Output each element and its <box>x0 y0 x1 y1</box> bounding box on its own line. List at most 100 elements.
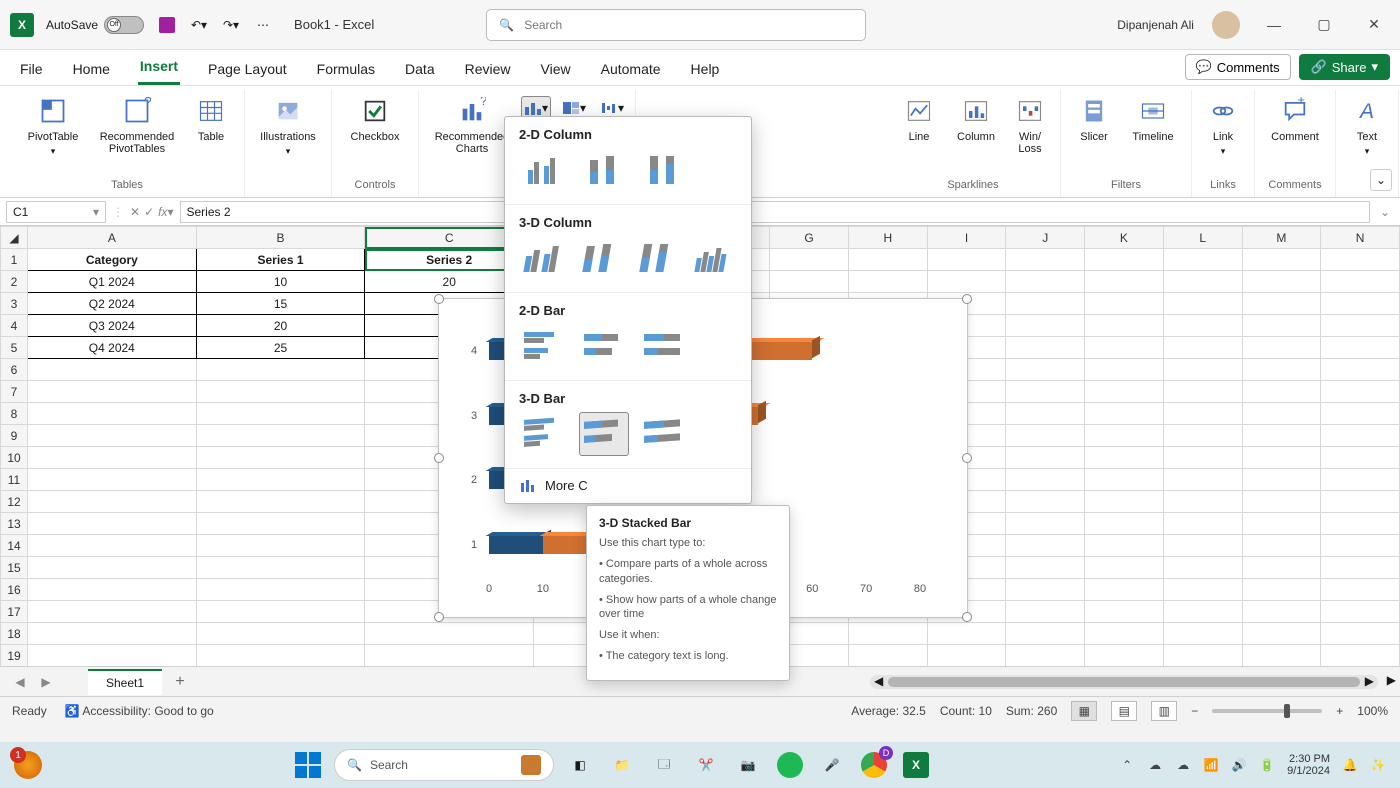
resize-handle[interactable] <box>962 453 972 463</box>
share-button[interactable]: 🔗Share ▾ <box>1299 54 1390 80</box>
slicer-button[interactable]: Slicer <box>1069 90 1119 147</box>
formula-expand[interactable]: ⌄ <box>1376 205 1394 219</box>
user-avatar[interactable] <box>1212 11 1240 39</box>
row-header[interactable]: 8 <box>1 403 28 425</box>
sparkline-line-button[interactable]: Line <box>894 90 944 147</box>
row-header[interactable]: 5 <box>1 337 28 359</box>
resize-handle[interactable] <box>434 453 444 463</box>
row-header[interactable]: 2 <box>1 271 28 293</box>
tab-insert[interactable]: Insert <box>138 52 180 85</box>
row-header[interactable]: 14 <box>1 535 28 557</box>
row-header[interactable]: 4 <box>1 315 28 337</box>
qat-overflow[interactable]: ⋯ <box>252 14 274 36</box>
comment-button[interactable]: +Comment <box>1263 90 1327 147</box>
row-header[interactable]: 7 <box>1 381 28 403</box>
close-button[interactable]: ✕ <box>1358 9 1390 41</box>
zoom-slider[interactable] <box>1212 709 1322 713</box>
sheet-tab[interactable]: Sheet1 <box>88 669 162 695</box>
toggle-switch[interactable]: Off <box>104 16 144 34</box>
undo-button[interactable]: ↶▾ <box>188 14 210 36</box>
page-layout-view-button[interactable]: ▤ <box>1111 701 1137 721</box>
search-box[interactable]: 🔍 Search <box>486 9 866 41</box>
tab-review[interactable]: Review <box>463 55 513 85</box>
chart-3d-clustered-bar[interactable] <box>519 412 569 456</box>
normal-view-button[interactable]: ▦ <box>1071 701 1097 721</box>
chart-stacked-column[interactable] <box>579 148 629 192</box>
row-header[interactable]: 19 <box>1 645 28 667</box>
row-header[interactable]: 15 <box>1 557 28 579</box>
cloud-sync-icon[interactable]: ☁ <box>1175 757 1191 773</box>
chart-100-stacked-bar[interactable] <box>639 324 689 368</box>
zoom-level[interactable]: 100% <box>1357 704 1388 718</box>
chart-3d-100-stacked-bar[interactable] <box>639 412 689 456</box>
row-header[interactable]: 3 <box>1 293 28 315</box>
zoom-out[interactable]: − <box>1191 704 1198 718</box>
zoom-in[interactable]: + <box>1336 704 1343 718</box>
col-header[interactable]: B <box>196 227 365 249</box>
resize-handle[interactable] <box>962 294 972 304</box>
col-header[interactable]: J <box>1006 227 1085 249</box>
accessibility-status[interactable]: ♿ Accessibility: Good to go <box>65 704 214 718</box>
fx-icon[interactable]: fx▾ <box>158 205 173 219</box>
row-header[interactable]: 1 <box>1 249 28 271</box>
tab-data[interactable]: Data <box>403 55 437 85</box>
save-button[interactable] <box>156 14 178 36</box>
row-header[interactable]: 11 <box>1 469 28 491</box>
taskbar-search[interactable]: 🔍Search <box>334 749 554 781</box>
col-header[interactable]: L <box>1163 227 1242 249</box>
cell[interactable]: 10 <box>196 271 365 293</box>
cell[interactable]: 15 <box>196 293 365 315</box>
col-header[interactable]: I <box>927 227 1006 249</box>
name-box[interactable]: C1▾ <box>6 201 106 223</box>
chart-3d-100-stacked-column[interactable] <box>633 236 680 280</box>
sparkline-winloss-button[interactable]: Win/ Loss <box>1008 90 1052 159</box>
chrome-icon[interactable]: D <box>858 749 890 781</box>
user-name[interactable]: Dipanjenah Ali <box>1117 18 1194 32</box>
row-header[interactable]: 17 <box>1 601 28 623</box>
select-all-cell[interactable]: ◢ <box>1 227 28 249</box>
chart-3d-column[interactable] <box>690 236 737 280</box>
row-header[interactable]: 13 <box>1 513 28 535</box>
calculator-icon[interactable]: 🗔 <box>648 749 680 781</box>
chart-3d-clustered-column[interactable] <box>519 236 566 280</box>
cell[interactable]: Series 1 <box>196 249 365 271</box>
cell[interactable]: Q4 2024 <box>27 337 196 359</box>
col-header[interactable]: A <box>27 227 196 249</box>
chart-clustered-bar[interactable] <box>519 324 569 368</box>
weather-widget[interactable]: 1 <box>14 751 42 779</box>
battery-icon[interactable]: 🔋 <box>1259 757 1275 773</box>
microphone-icon[interactable]: 🎤 <box>816 749 848 781</box>
snipping-tool-icon[interactable]: ✂️ <box>690 749 722 781</box>
cell[interactable]: Q1 2024 <box>27 271 196 293</box>
row-header[interactable]: 9 <box>1 425 28 447</box>
autosave-toggle[interactable]: AutoSave Off <box>46 16 144 34</box>
cell[interactable]: 25 <box>196 337 365 359</box>
timeline-button[interactable]: Timeline <box>1123 90 1183 147</box>
more-column-charts[interactable]: More C <box>505 468 751 503</box>
minimize-button[interactable]: — <box>1258 9 1290 41</box>
cell[interactable]: Category <box>27 249 196 271</box>
recommended-pivot-button[interactable]: ?Recommended PivotTables <box>92 90 182 159</box>
cancel-formula-icon[interactable]: ✕ <box>130 205 140 219</box>
chart-3d-stacked-column[interactable] <box>576 236 623 280</box>
camera-icon[interactable]: 📷 <box>732 749 764 781</box>
onedrive-icon[interactable]: ☁ <box>1147 757 1163 773</box>
row-header[interactable]: 18 <box>1 623 28 645</box>
pivot-table-button[interactable]: PivotTable▾ <box>18 90 88 161</box>
cell[interactable]: Q3 2024 <box>27 315 196 337</box>
system-clock[interactable]: 2:30 PM9/1/2024 <box>1287 753 1330 777</box>
formula-input[interactable]: Series 2 <box>180 201 1370 223</box>
column-chart-menu[interactable]: 2-D Column 3-D Column 2-D Bar 3-D Bar Mo… <box>504 116 752 504</box>
chart-3d-stacked-bar[interactable] <box>579 412 629 456</box>
col-header[interactable]: M <box>1242 227 1321 249</box>
page-break-view-button[interactable]: ▥ <box>1151 701 1177 721</box>
row-header[interactable]: 10 <box>1 447 28 469</box>
volume-icon[interactable]: 🔊 <box>1231 757 1247 773</box>
add-sheet-button[interactable]: + <box>168 670 192 694</box>
task-view-button[interactable]: ◧ <box>564 749 596 781</box>
start-button[interactable] <box>292 749 324 781</box>
ribbon-collapse-button[interactable]: ⌄ <box>1370 169 1392 191</box>
tab-home[interactable]: Home <box>71 55 112 85</box>
table-button[interactable]: Table <box>186 90 236 147</box>
maximize-button[interactable]: ▢ <box>1308 9 1340 41</box>
